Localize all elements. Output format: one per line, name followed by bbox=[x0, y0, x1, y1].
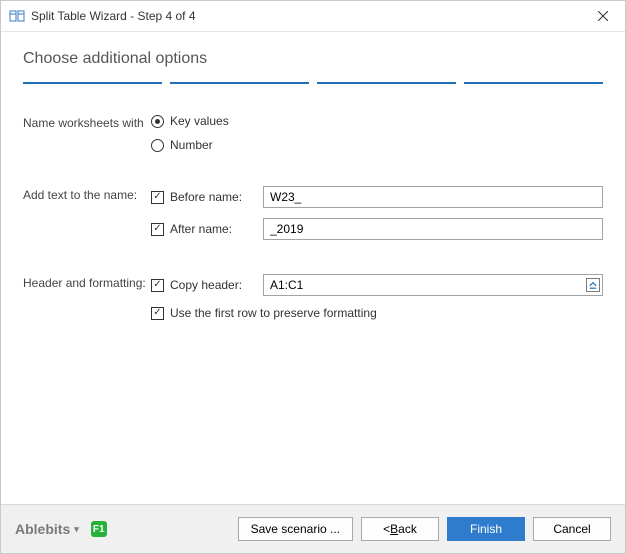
radio-dot-icon bbox=[151, 115, 164, 128]
progress-seg bbox=[170, 82, 309, 84]
radio-dot-icon bbox=[151, 139, 164, 152]
cancel-label: Cancel bbox=[553, 522, 590, 536]
input-copy-header-range[interactable] bbox=[263, 274, 603, 296]
checkbox-before-name[interactable]: Before name: bbox=[151, 190, 242, 204]
close-button[interactable] bbox=[581, 1, 625, 31]
label-header-formatting: Header and formatting: bbox=[23, 274, 151, 290]
label-add-text: Add text to the name: bbox=[23, 186, 151, 202]
cancel-button[interactable]: Cancel bbox=[533, 517, 611, 541]
title-bar: Split Table Wizard - Step 4 of 4 bbox=[1, 1, 625, 32]
page-title: Choose additional options bbox=[23, 50, 603, 68]
back-u: B bbox=[390, 522, 398, 536]
checkbox-use-first-row-label: Use the first row to preserve formatting bbox=[170, 306, 377, 320]
label-name-worksheets: Name worksheets with bbox=[23, 114, 151, 130]
row-name-worksheets: Name worksheets with Key values Number bbox=[23, 114, 603, 152]
save-scenario-label: Save scenario ... bbox=[251, 522, 340, 536]
footer-bar: Ablebits ▾ F1 Save scenario ... < Back F… bbox=[1, 504, 625, 553]
wizard-content: Choose additional options Name worksheet… bbox=[1, 32, 625, 504]
progress-seg bbox=[317, 82, 456, 84]
save-scenario-button[interactable]: Save scenario ... bbox=[238, 517, 353, 541]
checkbox-copy-header-label: Copy header: bbox=[170, 278, 242, 292]
range-picker-button[interactable] bbox=[586, 278, 600, 292]
checkbox-icon bbox=[151, 191, 164, 204]
row-copy-header: Header and formatting: Copy header: bbox=[23, 274, 603, 296]
brand-label: Ablebits bbox=[15, 521, 70, 537]
help-button[interactable]: F1 bbox=[91, 521, 107, 537]
close-icon bbox=[598, 11, 608, 21]
progress-seg bbox=[464, 82, 603, 84]
progress-seg bbox=[23, 82, 162, 84]
back-rest: ack bbox=[398, 522, 417, 536]
radio-number-label: Number bbox=[170, 138, 213, 152]
range-picker-icon bbox=[589, 281, 597, 289]
brand-menu[interactable]: Ablebits ▾ bbox=[15, 521, 79, 537]
help-label: F1 bbox=[93, 524, 105, 535]
radio-number[interactable]: Number bbox=[151, 138, 229, 152]
checkbox-copy-header[interactable]: Copy header: bbox=[151, 278, 242, 292]
row-add-text-before: Add text to the name: Before name: bbox=[23, 186, 603, 208]
chevron-down-icon: ▾ bbox=[74, 524, 79, 535]
finish-button[interactable]: Finish bbox=[447, 517, 525, 541]
checkbox-use-first-row[interactable]: Use the first row to preserve formatting bbox=[151, 306, 377, 320]
checkbox-icon bbox=[151, 223, 164, 236]
radio-key-values[interactable]: Key values bbox=[151, 114, 229, 128]
progress-bar bbox=[23, 82, 603, 84]
row-use-first-row: Use the first row to preserve formatting bbox=[23, 306, 603, 320]
window-title: Split Table Wizard - Step 4 of 4 bbox=[31, 9, 581, 23]
back-prefix: < bbox=[383, 522, 390, 536]
checkbox-after-name-label: After name: bbox=[170, 222, 232, 236]
radio-key-values-label: Key values bbox=[170, 114, 229, 128]
row-add-text-after: After name: bbox=[23, 218, 603, 240]
radio-group-name-worksheets: Key values Number bbox=[151, 114, 229, 152]
input-before-name[interactable] bbox=[263, 186, 603, 208]
checkbox-icon bbox=[151, 279, 164, 292]
checkbox-icon bbox=[151, 307, 164, 320]
back-button[interactable]: < Back bbox=[361, 517, 439, 541]
checkbox-before-name-label: Before name: bbox=[170, 190, 242, 204]
input-after-name[interactable] bbox=[263, 218, 603, 240]
finish-label: Finish bbox=[470, 522, 502, 536]
wizard-window: Split Table Wizard - Step 4 of 4 Choose … bbox=[0, 0, 626, 554]
checkbox-after-name[interactable]: After name: bbox=[151, 222, 232, 236]
app-icon bbox=[9, 8, 25, 24]
